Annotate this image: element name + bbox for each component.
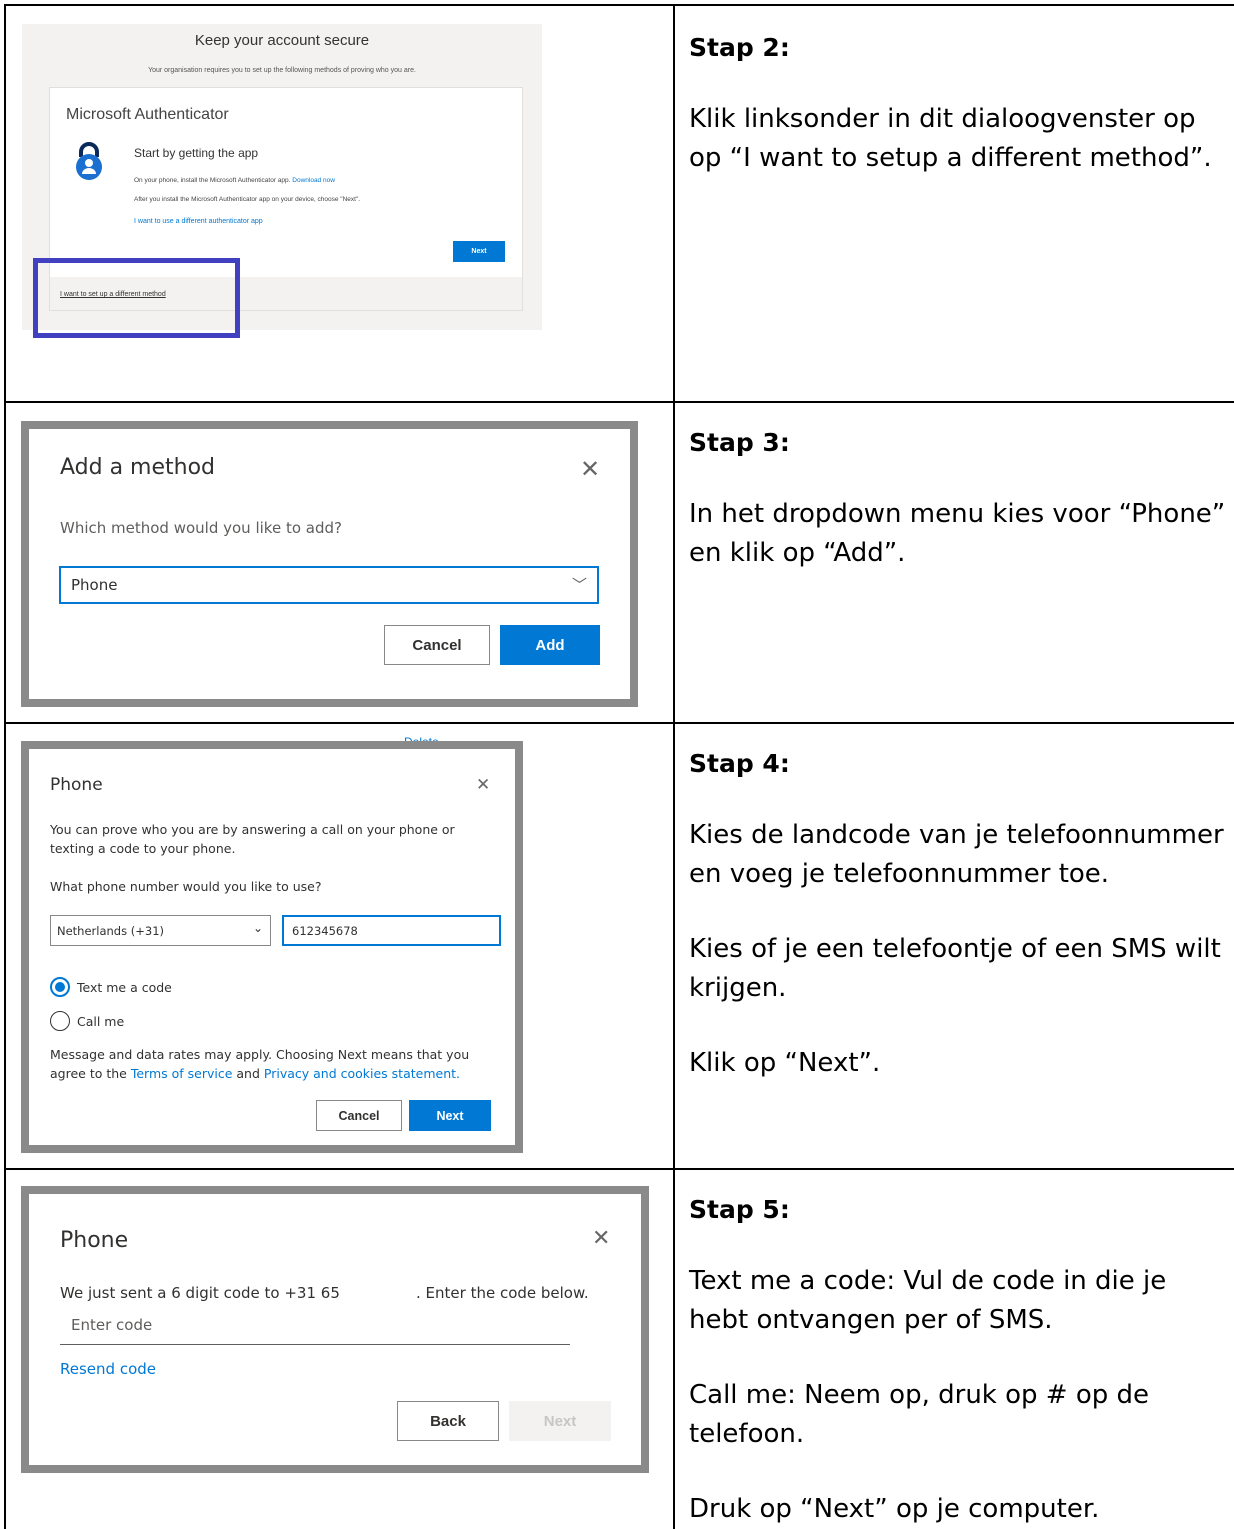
code-sent-text-end: . Enter the code below. [416, 1284, 589, 1302]
resend-code-link[interactable]: Resend code [60, 1360, 156, 1378]
step-4-screenshot: Phone ✕ You can prove who you are by ans… [21, 741, 523, 1153]
radio-label-call-me: Call me [77, 1014, 125, 1029]
different-app-link[interactable]: I want to use a different authenticator … [134, 218, 263, 225]
code-placeholder: Enter code [71, 1316, 153, 1334]
chevron-down-icon: ﹀ [571, 576, 587, 594]
step-paragraph: In het dropdown menu kies voor “Phone” e… [689, 499, 1226, 568]
highlight-box [33, 258, 240, 338]
download-now-link[interactable]: Download now [292, 177, 335, 184]
instruction-table: Stap 2: Klik linksonder in dit dialoogve… [0, 0, 1234, 1529]
close-icon[interactable]: ✕ [476, 775, 490, 795]
country-select[interactable]: Netherlands (+31) ⌄ [50, 915, 271, 946]
table-divider-row [4, 1168, 1234, 1170]
table-divider-col [673, 4, 675, 1529]
radio-label-text-me: Text me a code [77, 980, 172, 995]
step-paragraph: Klik linksonder in dit dialoogvenster op… [689, 104, 1212, 173]
dialog-intro: You can prove who you are by answering a… [50, 822, 455, 856]
add-button[interactable]: Add [500, 625, 600, 665]
step-title: Stap 5: [689, 1195, 790, 1224]
next-button[interactable]: Next [409, 1100, 491, 1131]
country-value: Netherlands (+31) [57, 924, 164, 938]
table-border-left [4, 4, 6, 1529]
card-subtitle: Start by getting the app [134, 146, 259, 160]
step-title: Stap 2: [689, 33, 790, 62]
card-title: Microsoft Authenticator [66, 106, 229, 123]
phone-number-value: 612345678 [292, 924, 358, 938]
dialog-title: Phone [60, 1228, 129, 1253]
step-3-screenshot: Add a method ✕ Which method would you li… [21, 421, 638, 707]
phone-number-input[interactable]: 612345678 [282, 915, 501, 946]
method-question: Which method would you like to add? [60, 519, 342, 537]
card-line-1: On your phone, install the Microsoft Aut… [134, 177, 335, 184]
close-icon[interactable]: ✕ [592, 1226, 610, 1251]
step-title: Stap 3: [689, 428, 790, 457]
code-input[interactable]: Enter code [60, 1310, 570, 1345]
phone-question: What phone number would you like to use? [50, 879, 322, 894]
step-paragraph: Text me a code: Vul de code in die je he… [689, 1266, 1167, 1335]
method-select[interactable]: Phone ﹀ [59, 566, 599, 604]
radio-text-me[interactable] [50, 977, 70, 997]
step-paragraph: Call me: Neem op, druk op # op de telefo… [689, 1380, 1150, 1449]
step-paragraph: Kies de landcode van je telefoonnummer e… [689, 820, 1224, 889]
step-2-text: Stap 2: Klik linksonder in dit dialoogve… [689, 30, 1229, 178]
table-border-top [4, 4, 1234, 6]
close-icon[interactable]: ✕ [580, 455, 600, 483]
code-sent-text-start: We just sent a 6 digit code to +31 65 [60, 1284, 340, 1302]
back-button[interactable]: Back [397, 1401, 499, 1441]
step-paragraph: Klik op “Next”. [689, 1048, 881, 1078]
cancel-button[interactable]: Cancel [316, 1100, 402, 1131]
cancel-button[interactable]: Cancel [384, 625, 490, 665]
step-4-text: Stap 4: Kies de landcode van je telefoon… [689, 746, 1229, 1083]
page-subheading: Your organisation requires you to set up… [148, 67, 416, 74]
next-button[interactable]: Next [453, 241, 505, 262]
authenticator-lock-icon [72, 140, 106, 180]
dialog-title: Phone [50, 775, 103, 795]
table-divider-row [4, 722, 1234, 724]
privacy-link[interactable]: Privacy and cookies statement. [264, 1066, 460, 1081]
next-button[interactable]: Next [509, 1401, 611, 1441]
page-heading: Keep your account secure [194, 32, 370, 49]
step-3-text: Stap 3: In het dropdown menu kies voor “… [689, 425, 1229, 573]
radio-call-me[interactable] [50, 1011, 70, 1031]
step-5-text: Stap 5: Text me a code: Vul de code in d… [689, 1192, 1229, 1529]
chevron-down-icon: ⌄ [252, 921, 263, 935]
card-line-2: After you install the Microsoft Authenti… [134, 196, 361, 203]
dialog-title: Add a method [60, 455, 216, 480]
disclaimer: Message and data rates may apply. Choosi… [50, 1047, 470, 1081]
table-divider-row [4, 401, 1234, 403]
method-selected-value: Phone [71, 576, 118, 594]
step-paragraph: Kies of je een telefoontje of een SMS wi… [689, 934, 1221, 1003]
step-title: Stap 4: [689, 749, 790, 778]
step-5-screenshot: Phone ✕ We just sent a 6 digit code to +… [21, 1186, 649, 1473]
step-paragraph: Druk op “Next” op je computer. [689, 1494, 1100, 1524]
terms-link[interactable]: Terms of service [131, 1066, 233, 1081]
